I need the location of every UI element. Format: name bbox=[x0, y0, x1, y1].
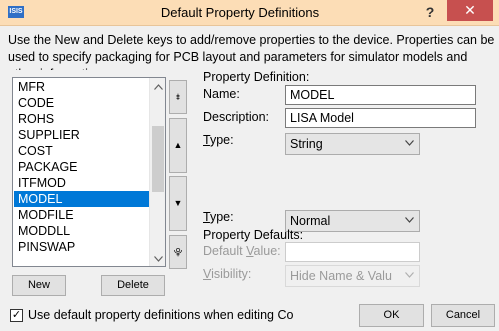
close-icon: ✕ bbox=[464, 2, 476, 18]
default-value-field[interactable] bbox=[285, 242, 420, 262]
type-select[interactable]: String bbox=[285, 133, 420, 155]
help-button[interactable]: ? bbox=[420, 3, 440, 21]
description-field[interactable]: LISA Model bbox=[285, 108, 476, 128]
visibility-label: Visibility: bbox=[203, 267, 252, 281]
move-up-button[interactable]: ▲ bbox=[169, 118, 187, 173]
move-down-icon: ▼ bbox=[173, 198, 183, 208]
use-defaults-label[interactable]: Use default property definitions when ed… bbox=[28, 308, 293, 322]
scroll-thumb[interactable] bbox=[152, 126, 164, 192]
delete-button[interactable]: Delete bbox=[101, 275, 165, 296]
list-item[interactable]: ITFMOD bbox=[14, 175, 150, 191]
move-bottom-button[interactable]: ⯓ bbox=[169, 235, 187, 269]
chevron-down-icon bbox=[405, 211, 414, 231]
name-field[interactable]: MODEL bbox=[285, 85, 476, 105]
property-defaults-label: Property Defaults: bbox=[203, 228, 304, 242]
type2-select[interactable]: Normal bbox=[285, 210, 420, 232]
list-item[interactable]: COST bbox=[14, 143, 150, 159]
scroll-down-icon[interactable] bbox=[150, 250, 165, 266]
list-scrollbar[interactable] bbox=[149, 78, 165, 266]
scroll-up-icon[interactable] bbox=[150, 78, 165, 94]
move-bottom-icon: ⯓ bbox=[173, 247, 183, 257]
description-label: Description: bbox=[203, 110, 269, 124]
list-item[interactable]: CODE bbox=[14, 95, 150, 111]
property-list[interactable]: MFR CODE ROHS SUPPLIER COST PACKAGE ITFM… bbox=[12, 77, 166, 267]
dialog-body: Use the New and Delete keys to add/remov… bbox=[0, 26, 499, 331]
list-item[interactable]: PINSWAP bbox=[14, 239, 150, 255]
property-definition-label: Property Definition: bbox=[203, 70, 310, 84]
move-up-icon: ▲ bbox=[173, 140, 183, 150]
instructions-text: Use the New and Delete keys to add/remov… bbox=[8, 33, 495, 70]
ok-button[interactable]: OK bbox=[359, 304, 424, 327]
move-top-icon: ⯒ bbox=[176, 92, 180, 102]
move-top-button[interactable]: ⯒ bbox=[169, 80, 187, 114]
name-label: Name: bbox=[203, 87, 240, 101]
type2-label: Type: bbox=[203, 210, 234, 224]
close-button[interactable]: ✕ bbox=[447, 0, 493, 21]
list-item[interactable]: SUPPLIER bbox=[14, 127, 150, 143]
list-item[interactable]: MFR bbox=[14, 79, 150, 95]
chevron-down-icon bbox=[405, 134, 414, 154]
list-item[interactable]: PACKAGE bbox=[14, 159, 150, 175]
list-item[interactable]: MODDLL bbox=[14, 223, 150, 239]
list-item[interactable]: ROHS bbox=[14, 111, 150, 127]
window-title: Default Property Definitions bbox=[160, 5, 320, 20]
title-bar: ISIS Default Property Definitions ? ✕ bbox=[0, 0, 499, 26]
new-button[interactable]: New bbox=[12, 275, 66, 296]
cancel-button[interactable]: Cancel bbox=[431, 304, 495, 327]
list-item-selected[interactable]: MODEL bbox=[14, 191, 150, 207]
use-defaults-checkbox[interactable]: ✓ bbox=[10, 309, 23, 322]
chevron-down-icon bbox=[405, 266, 414, 286]
default-value-label: Default Value: bbox=[203, 244, 281, 258]
move-down-button[interactable]: ▼ bbox=[169, 176, 187, 231]
type-label: Type: bbox=[203, 133, 234, 147]
list-item[interactable]: MODFILE bbox=[14, 207, 150, 223]
visibility-select[interactable]: Hide Name & Valu bbox=[285, 265, 420, 287]
